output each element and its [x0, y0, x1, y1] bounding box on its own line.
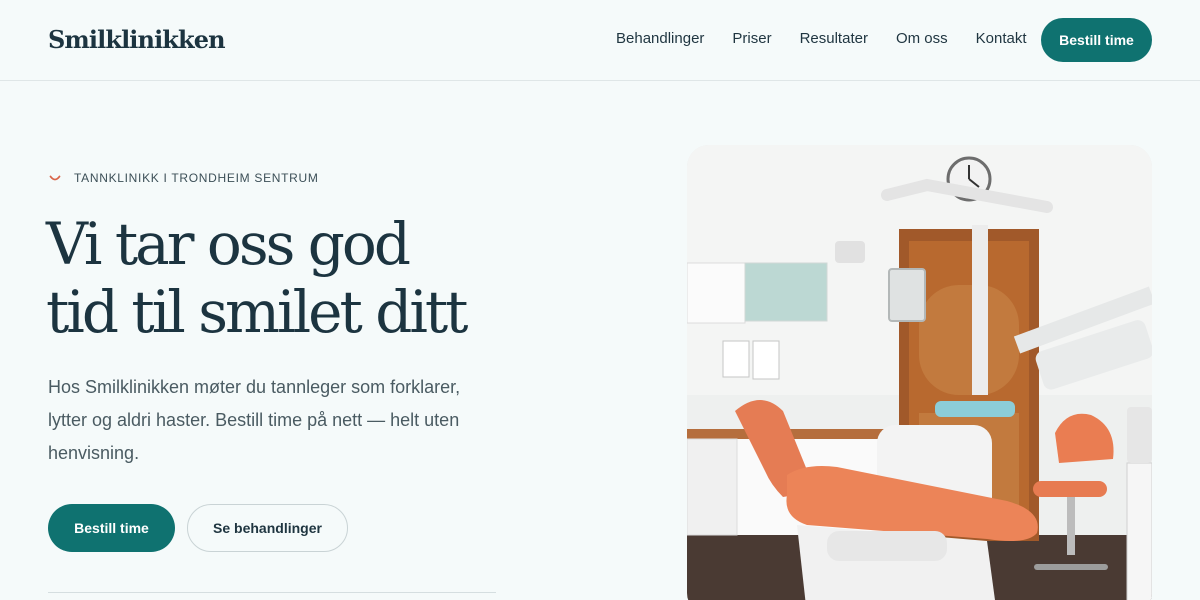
hero-headline: Vi tar oss god tid til smilet ditt	[46, 210, 468, 346]
hero-divider	[48, 592, 496, 593]
smile-icon	[49, 175, 61, 181]
site-header: Smilklinikken Behandlinger Priser Result…	[0, 0, 1200, 81]
clinic-photo	[687, 145, 1152, 600]
main-nav: Behandlinger Priser Resultater Om oss Ko…	[616, 29, 1027, 49]
headline-line-1: Vi tar oss god	[46, 210, 411, 278]
hero-cta-row: Bestill time Se behandlinger	[48, 504, 348, 552]
clinic-photo-illustration	[687, 145, 1152, 600]
hero-lede: Hos Smilklinikken møter du tannleger som…	[48, 377, 461, 463]
nav-link-kontakt[interactable]: Kontakt	[976, 29, 1027, 49]
nav-link-behandlinger[interactable]: Behandlinger	[616, 29, 704, 49]
brand-logo[interactable]: Smilklinikken	[48, 24, 226, 56]
book-appointment-button[interactable]: Bestill time	[48, 504, 175, 552]
nav-link-om-oss[interactable]: Om oss	[896, 29, 948, 49]
eyebrow-text: TANNKLINIKK I TRONDHEIM SENTRUM	[74, 171, 319, 185]
headline-line-2: tid til smilet ditt	[46, 278, 468, 346]
hero-eyebrow: TANNKLINIKK I TRONDHEIM SENTRUM	[48, 170, 319, 186]
nav-link-resultater[interactable]: Resultater	[800, 29, 868, 49]
see-treatments-button[interactable]: Se behandlinger	[187, 504, 348, 552]
header-book-button[interactable]: Bestill time	[1041, 18, 1152, 62]
nav-link-priser[interactable]: Priser	[732, 29, 771, 49]
